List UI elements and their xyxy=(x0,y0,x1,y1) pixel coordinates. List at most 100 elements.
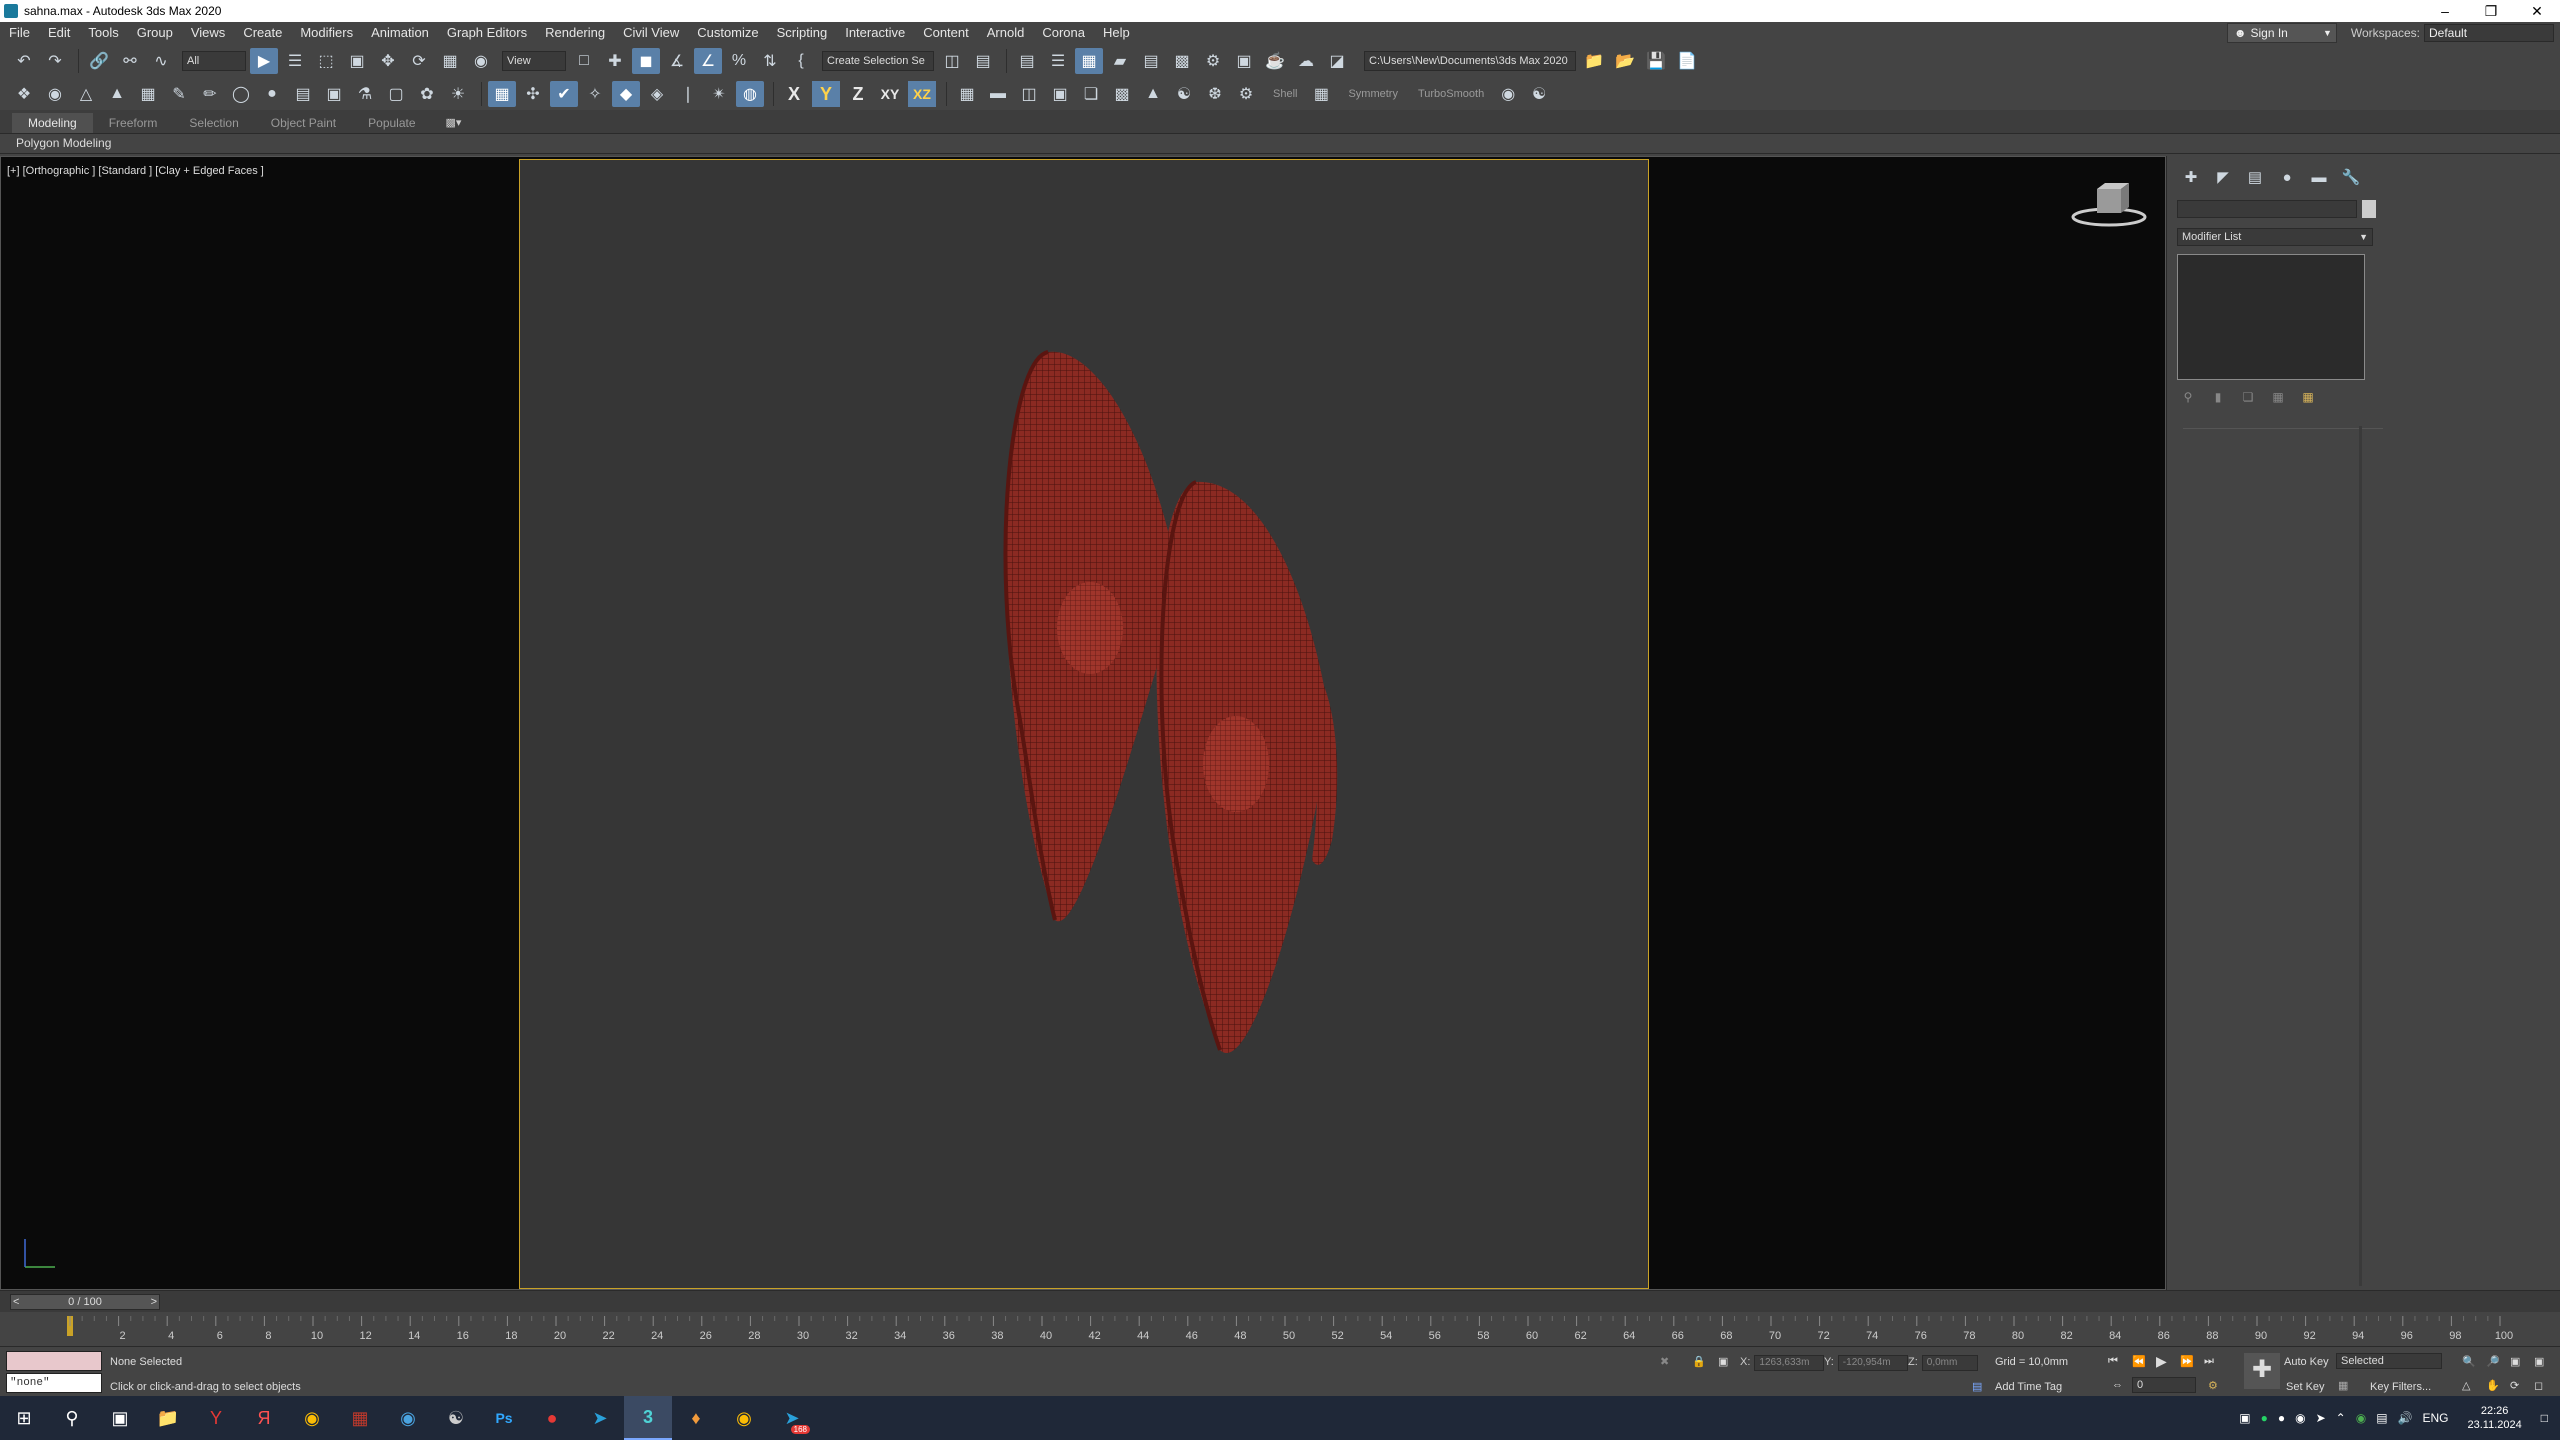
clock[interactable]: 22:26 23.11.2024 xyxy=(2468,1404,2522,1432)
axis-x-button[interactable]: X xyxy=(780,81,808,107)
scale-icon[interactable]: ▦ xyxy=(436,48,464,74)
set-key-button[interactable]: Set Key xyxy=(2286,1381,2325,1393)
bulb-icon[interactable]: ☀ xyxy=(444,81,472,107)
viewcube-icon[interactable] xyxy=(2069,179,2149,229)
box-icon[interactable]: ▤ xyxy=(289,81,317,107)
time-config-icon[interactable]: ⚙ xyxy=(2208,1379,2218,1392)
configure-sets-icon[interactable]: ▦ xyxy=(2297,388,2319,406)
array-icon[interactable]: ▦ xyxy=(953,81,981,107)
rotate-icon[interactable]: ⟳ xyxy=(405,48,433,74)
modifier-list-dropdown[interactable]: Modifier List ▼ xyxy=(2177,228,2373,246)
maximize-viewport-icon[interactable]: ◻ xyxy=(2534,1379,2543,1392)
tray-network-icon[interactable]: ▤ xyxy=(2376,1411,2387,1425)
track-ruler[interactable]: 2 4 6 8 10 12 14 16 18 20 22 24 26 28 30 32 34 36 38 40 42 44… xyxy=(0,1312,2560,1346)
modify-tab-icon[interactable]: ◤ xyxy=(2209,166,2237,188)
prev-frame-icon[interactable]: ⏪ xyxy=(2132,1355,2146,1368)
goto-start-icon[interactable]: ⏮ xyxy=(2108,1355,2118,1368)
pivot-snap-icon[interactable]: ✴ xyxy=(705,81,733,107)
play-icon[interactable]: ▶ xyxy=(2156,1353,2167,1370)
3dsmax-taskbar-icon[interactable]: 3 xyxy=(624,1396,672,1440)
project-settings-icon[interactable]: 📄 xyxy=(1673,48,1701,74)
workspace-select[interactable]: Default xyxy=(2424,24,2554,42)
menu-graph-editors[interactable]: Graph Editors xyxy=(438,22,536,44)
toggle-ribbon-icon[interactable]: ▦ xyxy=(1075,48,1103,74)
midpoint-snap-icon[interactable]: ◈ xyxy=(643,81,671,107)
keyboard-shortcut-icon[interactable]: ◼ xyxy=(632,48,660,74)
pin-icon[interactable]: ❖ xyxy=(10,81,38,107)
coord-z-field[interactable]: 0,0mm xyxy=(1921,1355,1978,1371)
a360-icon[interactable]: ◪ xyxy=(1323,48,1351,74)
notifications-icon[interactable]: □ xyxy=(2541,1411,2548,1425)
lock-icon[interactable]: 🔒 xyxy=(1692,1355,1706,1368)
fx-icon[interactable]: ⚗ xyxy=(351,81,379,107)
ring-icon[interactable]: ◯ xyxy=(227,81,255,107)
search-icon[interactable]: ⚲ xyxy=(48,1396,96,1440)
checker-icon[interactable]: ▩ xyxy=(1108,81,1136,107)
current-frame-field[interactable]: 0 xyxy=(2132,1377,2196,1393)
place-icon[interactable]: ◉ xyxy=(467,48,495,74)
isolate-icon[interactable]: ✖ xyxy=(1660,1355,1669,1368)
windows-start-icon[interactable]: ⊞ xyxy=(0,1396,48,1440)
snaps-toggle-icon[interactable]: ∡ xyxy=(663,48,691,74)
restore-icon[interactable]: ❐ xyxy=(2468,0,2514,22)
tray-whatsapp-icon[interactable]: ● xyxy=(2261,1411,2268,1425)
zoom-extents-icon[interactable]: ▣ xyxy=(2510,1355,2520,1368)
make-unique-icon[interactable]: ❏ xyxy=(2237,388,2259,406)
symmetry-label[interactable]: Symmetry xyxy=(1348,88,1398,100)
spinner-snap-icon[interactable]: ⇅ xyxy=(756,48,784,74)
tab-modeling[interactable]: Modeling xyxy=(12,113,93,133)
tray-volume-icon[interactable]: 🔊 xyxy=(2398,1411,2413,1425)
menu-create[interactable]: Create xyxy=(234,22,291,44)
sublime-icon[interactable]: ♦ xyxy=(672,1396,720,1440)
ref-coord-select[interactable]: View xyxy=(502,51,566,71)
speaker-back[interactable] xyxy=(1003,350,1180,922)
menu-animation[interactable]: Animation xyxy=(362,22,438,44)
schematic-view-icon[interactable]: ▤ xyxy=(1137,48,1165,74)
relax-icon[interactable]: ☯ xyxy=(1525,81,1553,107)
bounding-box-snap-icon[interactable]: ◍ xyxy=(736,81,764,107)
menu-edit[interactable]: Edit xyxy=(39,22,79,44)
rect-selection-icon[interactable]: ⬚ xyxy=(312,48,340,74)
set-key-icon[interactable]: ✚ xyxy=(2244,1353,2280,1389)
edit-named-selections-icon[interactable]: { xyxy=(787,48,815,74)
menu-rendering[interactable]: Rendering xyxy=(536,22,614,44)
project-create-icon[interactable]: 📂 xyxy=(1611,48,1639,74)
key-mode-icon[interactable]: ⇔ xyxy=(2112,1379,2123,1391)
tray-green-icon[interactable]: ◉ xyxy=(2356,1411,2366,1425)
time-slider-handle[interactable]: < 0 / 100 > xyxy=(10,1294,160,1310)
grid-snap-icon[interactable]: ▦ xyxy=(488,81,516,107)
project-folder-icon[interactable]: 📁 xyxy=(1580,48,1608,74)
tray-app-icon[interactable]: ▣ xyxy=(2239,1411,2250,1425)
modifier-stack[interactable] xyxy=(2177,254,2365,380)
undo-icon[interactable]: ↶ xyxy=(10,48,38,74)
symmetry-icon[interactable]: ▦ xyxy=(1307,81,1335,107)
smooth-icon[interactable]: ◉ xyxy=(1494,81,1522,107)
angle-snap-icon[interactable]: ∠ xyxy=(694,48,722,74)
material-editor-icon[interactable]: ▩ xyxy=(1168,48,1196,74)
yandex-browser-icon[interactable]: Y xyxy=(192,1396,240,1440)
material-sphere-icon[interactable]: ● xyxy=(258,81,286,107)
vertex-snap-icon[interactable]: ✔ xyxy=(550,81,578,107)
render-region-icon[interactable]: ▣ xyxy=(320,81,348,107)
coord-x-field[interactable]: 1263,633m xyxy=(1754,1355,1825,1371)
ribbon-panel-polygon-modeling[interactable]: Polygon Modeling xyxy=(0,134,2560,154)
render-setup-icon[interactable]: ⚙ xyxy=(1199,48,1227,74)
torus-icon[interactable]: ✿ xyxy=(413,81,441,107)
menu-corona[interactable]: Corona xyxy=(1033,22,1094,44)
chrome-icon[interactable]: ◉ xyxy=(720,1396,768,1440)
project-open-icon[interactable]: 💾 xyxy=(1642,48,1670,74)
select-by-name-icon[interactable]: ☰ xyxy=(281,48,309,74)
sphere-icon[interactable]: ◉ xyxy=(41,81,69,107)
clone-align-icon[interactable]: ◫ xyxy=(1015,81,1043,107)
gear-icon[interactable]: ⚙ xyxy=(1232,81,1260,107)
telegram-icon[interactable]: ➤ 168 xyxy=(768,1396,816,1440)
spray-icon[interactable]: ☯ xyxy=(1170,81,1198,107)
telegram-icon[interactable]: ➤ xyxy=(576,1396,624,1440)
menu-arnold[interactable]: Arnold xyxy=(978,22,1034,44)
axis-z-button[interactable]: Z xyxy=(844,81,872,107)
axis-xy-button[interactable]: XY xyxy=(876,81,904,107)
table-icon[interactable]: ▦ xyxy=(134,81,162,107)
perpendicular-snap-icon[interactable]: ❘ xyxy=(674,81,702,107)
next-frame-icon[interactable]: ⏩ xyxy=(2180,1355,2194,1368)
render-cloud-icon[interactable]: ☁ xyxy=(1292,48,1320,74)
